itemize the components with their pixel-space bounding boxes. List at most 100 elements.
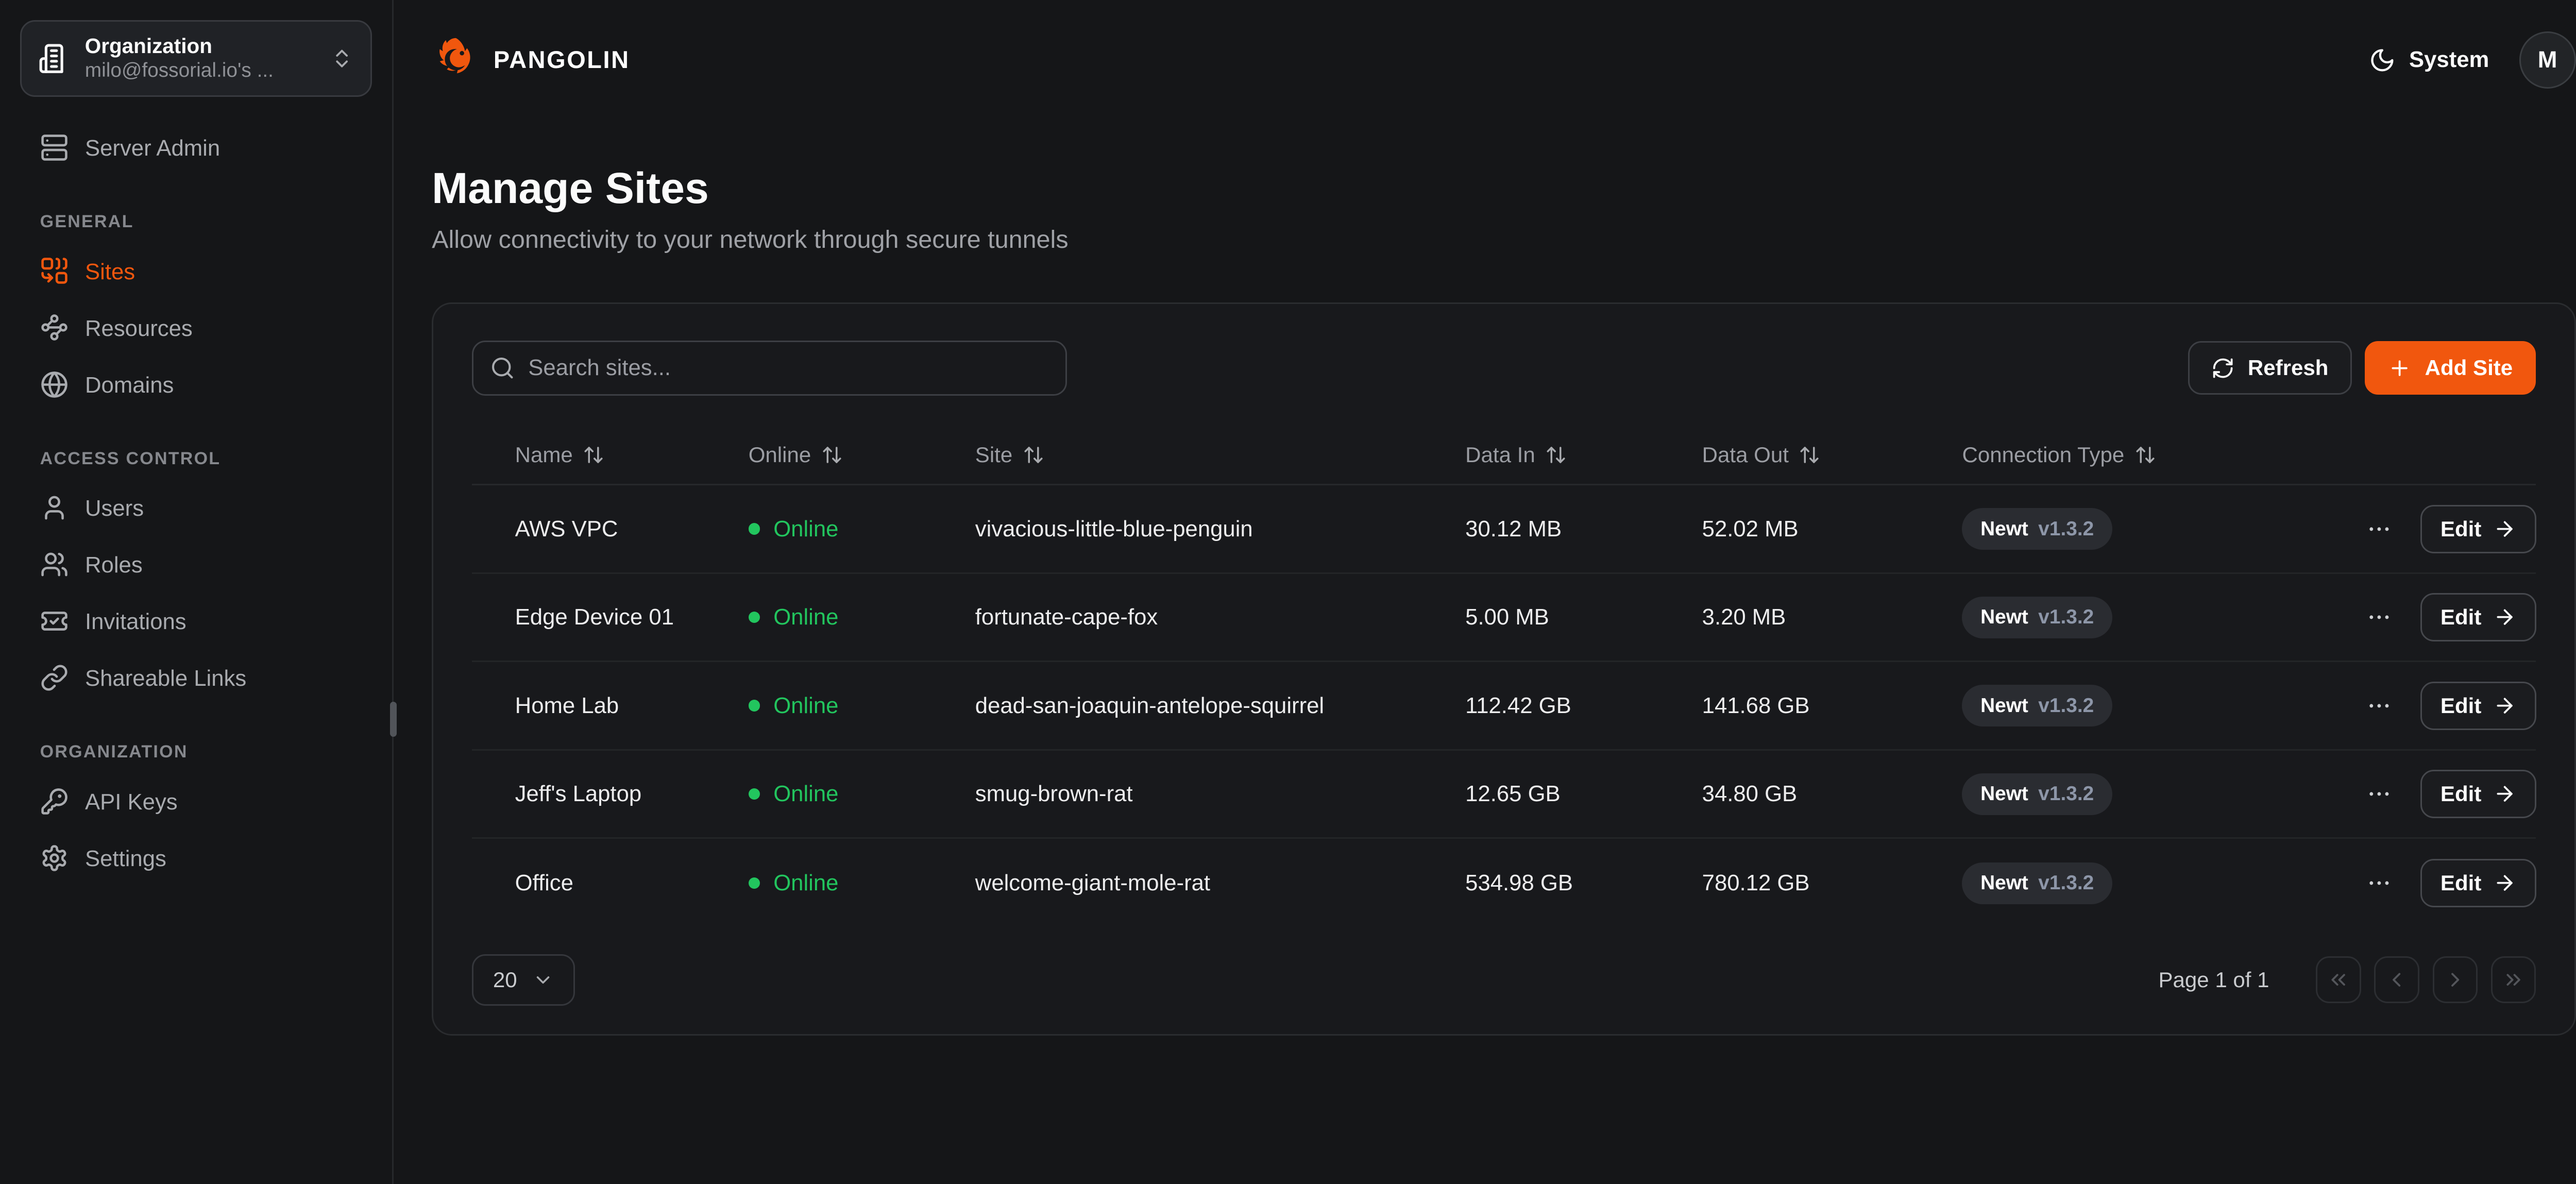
gear-icon [40,844,69,872]
sidebar-item-domains[interactable]: Domains [16,357,375,412]
sidebar-resize-handle[interactable] [390,702,397,737]
column-header-name[interactable]: Name [515,443,749,467]
sidebar-item-server-admin[interactable]: Server Admin [16,120,375,175]
row-menu-button[interactable] [2362,777,2396,811]
online-dot [749,523,760,535]
sidebar-item-label: Invitations [85,609,187,633]
sidebar-item-users[interactable]: Users [16,480,375,535]
chevrons-up-down-icon [330,47,353,70]
sort-icon [821,444,843,466]
cell-data-out: 780.12 GB [1702,870,1962,896]
table-row: Home Lab Online dead-san-joaquin-antelop… [472,662,2536,751]
cell-name: Jeff's Laptop [515,781,749,807]
cell-connection-type: Newtv1.3.2 [1962,685,2362,726]
page-header: Manage Sites Allow connectivity to your … [432,163,2576,254]
cell-actions: Edit [2362,859,2536,907]
cell-connection-type: Newtv1.3.2 [1962,773,2362,815]
sidebar-item-settings[interactable]: Settings [16,831,375,886]
user-icon [40,494,69,522]
cell-data-out: 141.68 GB [1702,693,1962,719]
cell-online: Online [749,870,975,896]
sort-icon [583,444,604,466]
org-switcher-value: milo@fossorial.io's ... [85,58,315,83]
sidebar-item-label: Domains [85,373,174,397]
row-menu-button[interactable] [2362,689,2396,722]
refresh-label: Refresh [2248,356,2329,380]
column-header-data-in[interactable]: Data In [1465,443,1702,467]
row-menu-button[interactable] [2362,867,2396,900]
cell-site: vivacious-little-blue-penguin [975,516,1465,542]
next-page-button[interactable] [2433,956,2478,1003]
connection-badge: Newtv1.3.2 [1962,773,2112,815]
edit-button[interactable]: Edit [2420,505,2536,553]
sidebar-item-label: Server Admin [85,136,220,160]
cell-connection-type: Newtv1.3.2 [1962,508,2362,550]
row-menu-button[interactable] [2362,512,2396,546]
column-header-data-out[interactable]: Data Out [1702,443,1962,467]
edit-button[interactable]: Edit [2420,770,2536,818]
online-dot [749,612,760,623]
cell-name: Edge Device 01 [515,604,749,630]
cell-data-out: 3.20 MB [1702,604,1962,630]
app-logo[interactable]: PANGOLIN [432,36,630,84]
cell-online: Online [749,693,975,719]
sidebar-item-api-keys[interactable]: API Keys [16,774,375,829]
edit-button[interactable]: Edit [2420,682,2536,730]
moon-icon [2369,47,2396,74]
first-page-button[interactable] [2316,956,2361,1003]
refresh-icon [2211,357,2234,380]
chevron-down-icon [532,969,554,991]
cell-site: welcome-giant-mole-rat [975,870,1465,896]
table-header-row: Name Online Site Data In [472,426,2536,485]
cell-data-in: 30.12 MB [1465,516,1702,542]
status-badge: Online [773,781,838,807]
theme-label: System [2409,47,2489,73]
page-size-select[interactable]: 20 [472,954,575,1006]
arrow-right-icon [2493,517,2516,540]
sort-icon [1023,444,1044,466]
column-header-site[interactable]: Site [975,443,1465,467]
column-header-connection-type[interactable]: Connection Type [1962,443,2362,467]
pager: Page 1 of 1 [2158,956,2536,1003]
cell-data-in: 5.00 MB [1465,604,1702,630]
app-root: Organization milo@fossorial.io's ... Ser… [0,0,2576,1184]
org-switcher-texts: Organization milo@fossorial.io's ... [85,33,315,83]
edit-button[interactable]: Edit [2420,859,2536,907]
table-row: AWS VPC Online vivacious-little-blue-pen… [472,485,2536,574]
sidebar-item-roles[interactable]: Roles [16,537,375,592]
column-header-online[interactable]: Online [749,443,975,467]
previous-page-button[interactable] [2374,956,2419,1003]
edit-button[interactable]: Edit [2420,593,2536,641]
topbar-right: System M [2369,31,2575,88]
content: Manage Sites Allow connectivity to your … [394,120,2576,1036]
search-input[interactable] [528,355,1048,381]
org-switcher[interactable]: Organization milo@fossorial.io's ... [20,20,372,97]
card-toolbar: Refresh Add Site [472,341,2536,396]
search-box [472,341,1067,396]
last-page-button[interactable] [2491,956,2536,1003]
sites-icon [40,257,69,285]
cell-site: smug-brown-rat [975,781,1465,807]
key-icon [40,787,69,816]
add-site-button[interactable]: Add Site [2365,341,2536,395]
status-badge: Online [773,693,838,719]
cell-site: fortunate-cape-fox [975,604,1465,630]
sidebar-item-sites[interactable]: Sites [16,244,375,299]
user-avatar[interactable]: M [2519,31,2576,88]
row-menu-button[interactable] [2362,601,2396,634]
sidebar-item-invitations[interactable]: Invitations [16,594,375,649]
topbar: PANGOLIN System M [394,0,2576,120]
sites-table: Name Online Site Data In [472,426,2536,927]
cell-data-in: 12.65 GB [1465,781,1702,807]
connection-badge: Newtv1.3.2 [1962,862,2112,904]
link-icon [40,664,69,692]
sidebar-item-resources[interactable]: Resources [16,300,375,356]
arrow-right-icon [2493,871,2516,894]
theme-toggle-button[interactable]: System [2369,47,2489,74]
refresh-button[interactable]: Refresh [2188,341,2352,395]
chevrons-right-icon [2502,968,2525,991]
sidebar-item-shareable-links[interactable]: Shareable Links [16,650,375,705]
users-icon [40,550,69,579]
sidebar-item-label: Settings [85,846,166,870]
sort-icon [1545,444,1567,466]
